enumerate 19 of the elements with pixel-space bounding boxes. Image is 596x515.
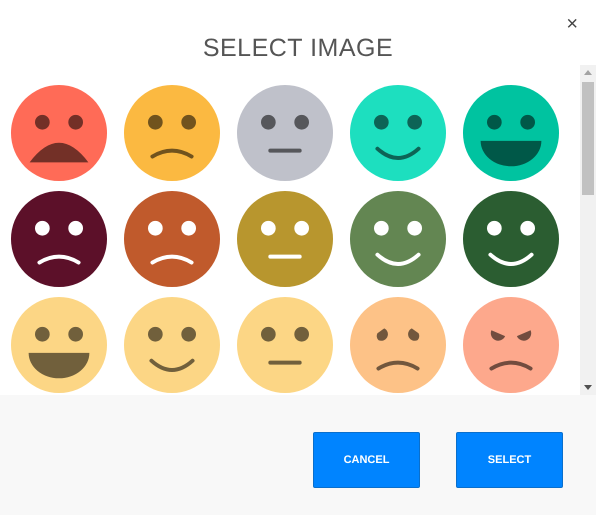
- cancel-button[interactable]: CANCEL: [313, 432, 420, 488]
- face-icon[interactable]: [123, 296, 221, 394]
- dialog-title: SELECT IMAGE: [202, 34, 394, 63]
- scrollbar-thumb[interactable]: [582, 82, 594, 195]
- face-icon[interactable]: [10, 84, 108, 182]
- face-icon[interactable]: [236, 84, 334, 182]
- face-icon[interactable]: [462, 190, 560, 288]
- face-icon[interactable]: [10, 296, 108, 394]
- select-button[interactable]: SELECT: [456, 432, 563, 488]
- face-icon[interactable]: [123, 84, 221, 182]
- scroll-down-icon[interactable]: [584, 385, 592, 390]
- face-icon[interactable]: [462, 84, 560, 182]
- face-icon[interactable]: [462, 296, 560, 394]
- scrollbar[interactable]: [580, 65, 596, 395]
- face-icon[interactable]: [10, 190, 108, 288]
- close-button[interactable]: ×: [562, 14, 582, 34]
- face-icon[interactable]: [236, 296, 334, 394]
- face-icon[interactable]: [349, 84, 447, 182]
- face-icon[interactable]: [349, 296, 447, 394]
